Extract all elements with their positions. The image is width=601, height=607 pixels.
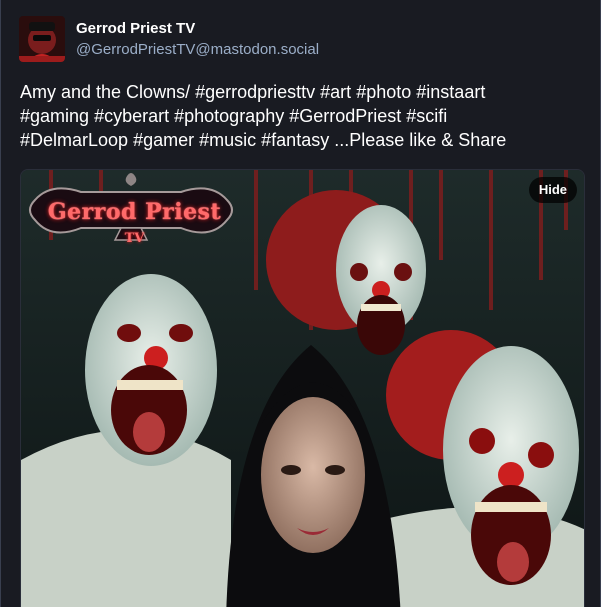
post-text-tail: ...Please like & Share (329, 130, 507, 150)
status-header: Gerrod Priest TV @GerrodPriestTV@mastodo… (19, 16, 319, 62)
hashtag-link[interactable]: #photography (174, 106, 284, 126)
avatar[interactable] (19, 16, 65, 62)
hashtag-link[interactable]: #DelmarLoop (20, 130, 128, 150)
author-names: Gerrod Priest TV @GerrodPriestTV@mastodo… (76, 19, 319, 60)
logo-title: Gerrod Priest (47, 199, 222, 225)
hashtag-link[interactable]: #scifi (406, 106, 447, 126)
avatar-icon (19, 16, 65, 62)
hashtag-link[interactable]: #gaming (20, 106, 89, 126)
media-attachment[interactable]: Gerrod Priest TV Hide (20, 169, 585, 607)
logo-subtitle: TV (124, 231, 145, 246)
account-handle[interactable]: @GerrodPriestTV@mastodon.social (76, 39, 319, 60)
hashtag-link[interactable]: #art (320, 82, 351, 102)
hashtag-link[interactable]: #music (199, 130, 256, 150)
display-name[interactable]: Gerrod Priest TV (76, 19, 319, 39)
hashtag-link[interactable]: #cyberart (94, 106, 169, 126)
hashtag-link[interactable]: #GerrodPriest (289, 106, 401, 126)
hashtag-link[interactable]: #fantasy (261, 130, 329, 150)
hide-media-button[interactable]: Hide (528, 177, 577, 203)
watermark-logo: Gerrod Priest TV (27, 178, 242, 258)
hashtag-link[interactable]: #gerrodpriesttv (195, 82, 315, 102)
status-content: Amy and the Clowns/ #gerrodpriesttv #art… (20, 80, 580, 152)
status-card: Gerrod Priest TV @GerrodPriestTV@mastodo… (0, 0, 601, 607)
hashtag-link[interactable]: #photo (356, 82, 411, 102)
post-text: Amy and the Clowns/ (20, 82, 196, 102)
hashtag-link[interactable]: #gamer (133, 130, 194, 150)
hashtag-link[interactable]: #instaart (416, 82, 485, 102)
